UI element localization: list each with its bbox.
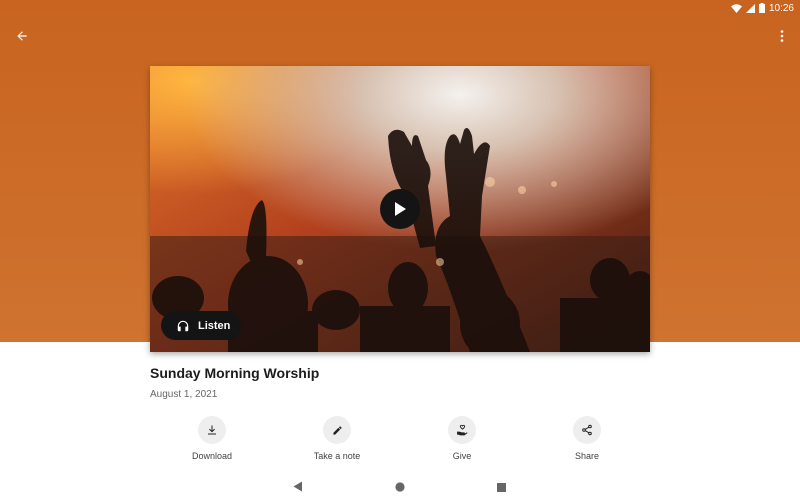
battery-icon: [758, 3, 765, 13]
more-options-button[interactable]: [774, 24, 790, 48]
wifi-icon: [730, 3, 742, 13]
share-button[interactable]: Share: [542, 416, 632, 461]
more-vert-icon: [780, 30, 784, 42]
system-navigation-bar: [0, 474, 800, 496]
pencil-icon: [323, 416, 351, 444]
share-label: Share: [574, 451, 600, 461]
sermon-title: Sunday Morning Worship: [150, 365, 320, 381]
play-icon: [395, 202, 406, 216]
nav-recents-button[interactable]: [497, 479, 506, 497]
listen-label: Listen: [198, 319, 231, 332]
triangle-back-icon: [293, 481, 302, 492]
back-button[interactable]: [10, 24, 34, 48]
give-button[interactable]: Give: [417, 416, 507, 461]
square-recents-icon: [497, 483, 506, 492]
signal-icon: [745, 3, 755, 13]
give-hand-icon: [448, 416, 476, 444]
listen-button[interactable]: Listen: [161, 311, 241, 340]
take-note-label: Take a note: [313, 451, 361, 461]
share-icon: [573, 416, 601, 444]
video-player[interactable]: Listen: [150, 66, 650, 352]
status-bar: 10:26: [0, 0, 800, 16]
headphones-icon: [177, 320, 189, 331]
circle-home-icon: [395, 482, 405, 492]
take-note-button[interactable]: Take a note: [292, 416, 382, 461]
give-label: Give: [452, 451, 472, 461]
app-bar: [0, 20, 800, 50]
nav-home-button[interactable]: [395, 479, 405, 497]
status-time: 10:26: [768, 2, 794, 14]
action-row: Download Take a note Give Share: [0, 416, 800, 466]
download-label: Download: [191, 451, 233, 461]
sermon-date: August 1, 2021: [150, 389, 218, 400]
arrow-back-icon: [17, 31, 27, 41]
nav-back-button[interactable]: [293, 479, 303, 497]
download-button[interactable]: Download: [167, 416, 257, 461]
download-icon: [198, 416, 226, 444]
play-button[interactable]: [380, 189, 420, 229]
